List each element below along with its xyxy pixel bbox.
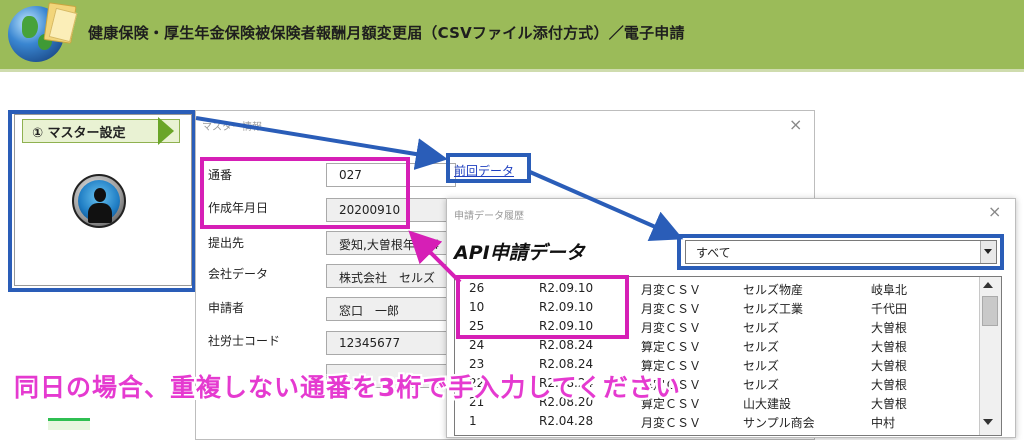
list-item-office: 千代田 [871, 302, 908, 316]
list-item-type: 月変ＣＳＶ [641, 321, 702, 335]
list-item-office: 中村 [871, 416, 896, 430]
scroll-up-icon[interactable] [983, 282, 993, 288]
master-settings-highlight [8, 110, 196, 292]
bottom-button-fragment [48, 418, 90, 430]
annotation-note: 同日の場合、重複しない通番を3桁で手入力してください [14, 373, 681, 402]
list-item-office: 岐阜北 [871, 283, 908, 297]
list-item-office: 大曽根 [871, 340, 908, 354]
list-item-company: 山大建設 [743, 397, 792, 411]
scroll-down-icon[interactable] [983, 419, 993, 425]
list-item-type: 月変ＣＳＶ [641, 416, 702, 430]
list-item-type: 月変ＣＳＶ [641, 302, 702, 316]
field-label-submit-to: 提出先 [208, 236, 245, 250]
list-item-company: セルズ [743, 340, 780, 354]
serial-date-highlight [200, 157, 410, 229]
list-item-serial: 1 [469, 414, 477, 428]
applicant-field[interactable]: 窓口 一郎 [326, 297, 456, 321]
list-item-office: 大曽根 [871, 321, 908, 335]
app-title: 健康保険・厚生年金保険被保険者報酬月額変更届（CSVファイル添付方式）／電子申請 [88, 24, 685, 42]
api-application-heading: API申請データ [454, 242, 585, 264]
list-item-office: 大曽根 [871, 378, 908, 392]
list-item-type: 算定ＣＳＶ [641, 340, 702, 354]
list-item-company: セルズ工業 [743, 302, 804, 316]
list-item-company: セルズ物産 [743, 283, 804, 297]
submit-to-field[interactable]: 愛知,大曽根年金事 [326, 231, 456, 255]
list-item-type: 月変ＣＳＶ [641, 283, 702, 297]
scroll-thumb[interactable] [982, 296, 998, 326]
list-item-office: 大曽根 [871, 397, 908, 411]
master-info-dialog-title: マスター情報 [202, 122, 262, 133]
same-date-rows-highlight [456, 275, 629, 339]
company-field[interactable]: 株式会社 セルズ [326, 264, 456, 288]
filter-highlight [677, 234, 1004, 270]
list-item-company: サンプル商会 [743, 416, 815, 430]
close-icon[interactable]: × [789, 115, 802, 134]
list-item-date: R2.08.24 [539, 338, 594, 352]
previous-data-highlight [446, 153, 531, 183]
application-history-dialog-title: 申請データ履歴 [454, 211, 524, 222]
field-label-sharoshi-code: 社労士コード [208, 334, 281, 348]
sharoshi-code-field[interactable]: 12345677 [326, 331, 456, 355]
list-item-company: セルズ [743, 321, 780, 335]
list-item-company: セルズ [743, 378, 780, 392]
list-item-serial: 24 [469, 338, 485, 352]
field-label-company: 会社データ [208, 267, 269, 281]
list-item[interactable]: 1 R2.04.28 月変ＣＳＶ サンプル商会 中村 [455, 412, 981, 431]
field-label-applicant: 申請者 [208, 301, 245, 315]
list-item-date: R2.04.28 [539, 414, 594, 428]
close-icon[interactable]: × [988, 202, 1001, 221]
list-item-company: セルズ [743, 359, 780, 373]
list-item-office: 大曽根 [871, 359, 908, 373]
